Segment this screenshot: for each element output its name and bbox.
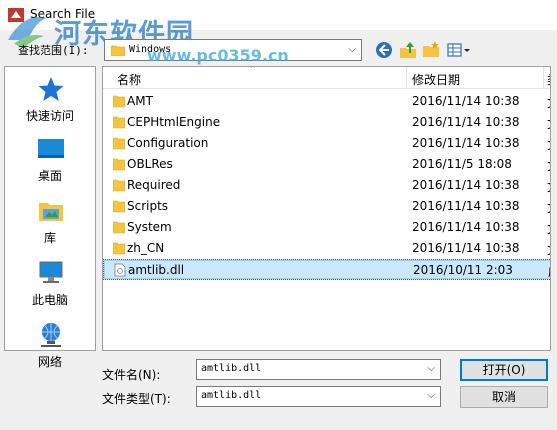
filename-label: 文件名(N):: [102, 368, 161, 382]
desktop-icon: [38, 139, 64, 158]
file-modified-date: 2016/11/14 10:38: [412, 94, 520, 108]
star-icon: [38, 77, 64, 101]
file-modified-date: 2016/11/14 10:38: [412, 220, 520, 234]
column-header-type[interactable]: 类: [547, 71, 550, 88]
folder-icon: [113, 200, 125, 213]
watermark-url: www.pc0359.cn: [147, 46, 289, 65]
folder-icon: [113, 158, 125, 171]
file-type: 文: [547, 94, 550, 111]
file-name: Configuration: [127, 136, 209, 150]
folder-icon: [113, 95, 125, 108]
file-row[interactable]: zh_CN 2016/11/14 10:38 文: [103, 238, 550, 259]
file-name: Required: [127, 178, 181, 192]
file-modified-date: 2016/11/14 10:38: [412, 115, 520, 129]
open-button[interactable]: 打开(O): [460, 359, 548, 381]
file-type: 文: [547, 157, 550, 174]
file-name: zh_CN: [127, 241, 165, 255]
filetype-label: 文件类型(T):: [102, 392, 171, 406]
lookin-label: 查找范围(I):: [18, 44, 89, 57]
file-name: amtlib.dll: [128, 263, 185, 277]
network-icon: [41, 323, 61, 347]
file-name: System: [127, 220, 172, 234]
chevron-down-icon[interactable]: ⌵: [427, 363, 435, 374]
back-icon[interactable]: [374, 40, 394, 60]
dll-file-icon: [114, 263, 126, 277]
place-library[interactable]: 库: [5, 191, 95, 249]
file-row[interactable]: Scripts 2016/11/14 10:38 文: [103, 196, 550, 217]
folder-icon: [113, 137, 125, 150]
file-list[interactable]: ⌃ 名称 修改日期 类 AMT2016/11/14 10:38文CEPHtmlE…: [102, 66, 551, 351]
file-row[interactable]: System 2016/11/14 10:38 文: [103, 217, 550, 238]
file-type: 文: [547, 178, 550, 195]
place-this-pc[interactable]: 此电脑: [5, 253, 95, 311]
file-name: OBLRes: [127, 157, 173, 171]
file-name: Scripts: [127, 199, 169, 213]
file-modified-date: 2016/11/14 10:38: [412, 241, 520, 255]
chevron-down-icon[interactable]: ⌵: [348, 44, 356, 55]
filename-value: amtlib.dll: [201, 363, 262, 374]
cancel-button[interactable]: 取消: [460, 386, 548, 408]
file-row[interactable]: CEPHtmlEngine 2016/11/14 10:38 文: [103, 112, 550, 133]
file-type: 文: [547, 220, 550, 237]
column-header-date[interactable]: 修改日期: [412, 71, 460, 88]
file-modified-date: 2016/11/14 10:38: [412, 178, 520, 192]
file-modified-date: 2016/10/11 2:03: [413, 263, 513, 277]
places-bar: 快速访问 桌面 库 此电脑 网络: [4, 66, 96, 369]
folder-icon: [113, 221, 125, 234]
place-network[interactable]: 网络: [5, 315, 95, 373]
view-menu-icon[interactable]: [446, 40, 472, 60]
column-divider[interactable]: [543, 67, 544, 89]
file-type: 文: [547, 115, 550, 132]
computer-icon: [39, 261, 63, 283]
new-folder-icon[interactable]: [421, 40, 441, 60]
place-desktop[interactable]: 桌面: [5, 129, 95, 187]
column-header-name[interactable]: 名称: [117, 71, 141, 88]
file-modified-date: 2016/11/14 10:38: [412, 136, 520, 150]
sort-ascending-icon: ⌃: [249, 66, 257, 75]
place-quick-access[interactable]: 快速访问: [5, 69, 95, 127]
file-type: 文: [547, 241, 550, 258]
file-row[interactable]: Required 2016/11/14 10:38 文: [103, 175, 550, 196]
filename-field[interactable]: amtlib.dll ⌵: [196, 359, 441, 380]
column-divider[interactable]: [406, 67, 407, 89]
file-type: 文: [547, 136, 550, 153]
chevron-down-icon[interactable]: ⌵: [427, 390, 435, 401]
file-row[interactable]: Configuration 2016/11/14 10:38 文: [103, 133, 550, 154]
file-row[interactable]: amtlib.dll 2016/10/11 2:03 应: [103, 259, 550, 280]
library-icon: [39, 203, 63, 221]
file-type: 文: [547, 199, 550, 216]
file-row[interactable]: OBLRes 2016/11/5 18:08 文: [103, 154, 550, 175]
folder-icon: [113, 179, 125, 192]
folder-icon: [113, 116, 125, 129]
list-header: ⌃ 名称 修改日期 类: [103, 66, 550, 89]
file-type: 应: [548, 263, 550, 280]
folder-icon: [113, 242, 125, 255]
file-modified-date: 2016/11/14 10:38: [412, 199, 520, 213]
folder-icon: [111, 45, 125, 56]
filetype-value: amtlib.dll: [201, 390, 262, 401]
file-name: CEPHtmlEngine: [127, 115, 221, 129]
file-row[interactable]: AMT 2016/11/14 10:38 文: [103, 91, 550, 112]
file-modified-date: 2016/11/5 18:08: [412, 157, 512, 171]
up-folder-icon[interactable]: [398, 40, 418, 60]
filetype-select[interactable]: amtlib.dll ⌵: [196, 386, 441, 407]
file-name: AMT: [127, 94, 153, 108]
